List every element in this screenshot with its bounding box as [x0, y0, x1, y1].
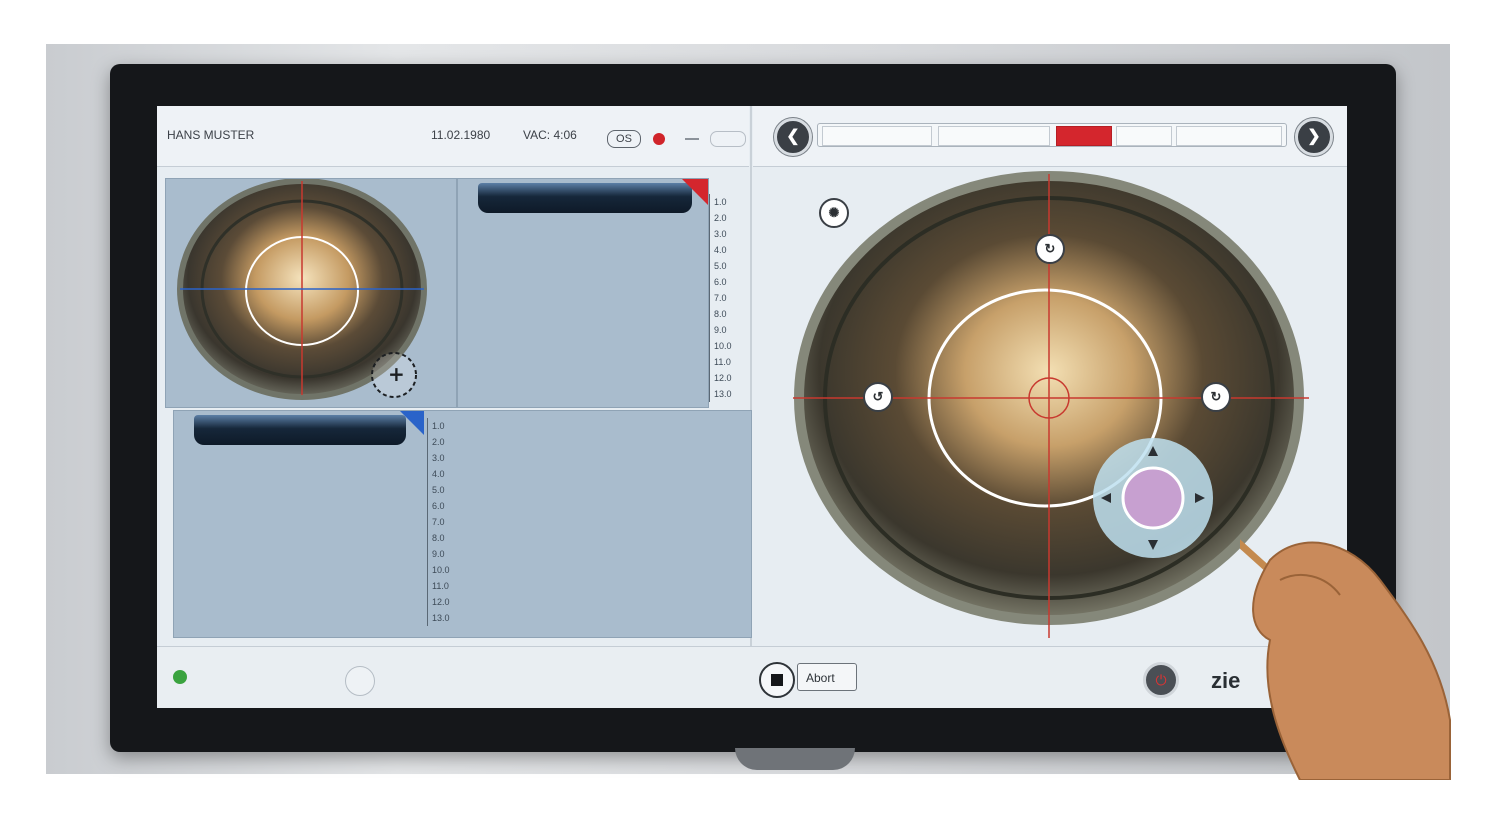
- patient-birthdate: 11.02.1980: [431, 128, 491, 142]
- rotate-right-icon[interactable]: ↻: [1201, 382, 1231, 412]
- rotate-left-icon[interactable]: ↺: [863, 382, 893, 412]
- oct-empty-area: [425, 410, 752, 638]
- oct-panel-top: [457, 178, 709, 408]
- workflow-step-1[interactable]: [822, 126, 932, 146]
- status-ok-indicator: [173, 670, 187, 684]
- workflow-progress: [817, 123, 1287, 147]
- power-icon[interactable]: ⏻: [1143, 662, 1179, 698]
- patient-name: HANS MUSTER: [167, 128, 255, 142]
- eye-side-badge[interactable]: OS: [607, 130, 641, 148]
- od-badge-disabled[interactable]: [710, 131, 746, 147]
- workflow-step-3b[interactable]: [1116, 126, 1172, 146]
- workflow-step-4[interactable]: [1176, 126, 1282, 146]
- brand-logo: zie: [1211, 668, 1241, 693]
- workflow-step-3-active[interactable]: [1056, 126, 1112, 146]
- rotate-top-icon[interactable]: ↻: [1035, 234, 1065, 264]
- secondary-round-button[interactable]: [345, 666, 375, 696]
- overview-camera-panel: +: [165, 178, 457, 408]
- oct-panel-bottom: [173, 410, 427, 638]
- monitor-stand: [735, 748, 855, 770]
- surgical-ui-screen: HANS MUSTER 11.02.1980 VAC: 4:06 OS ❮ ❯: [157, 106, 1347, 708]
- chevron-right-icon[interactable]: ❯: [1295, 118, 1333, 156]
- hand-with-stylus: [1240, 539, 1451, 780]
- oct-corner-marker-blue: [400, 411, 424, 435]
- oct-depth-scale-bottom: 1.0 2.0 3.0 4.0 5.0 6.0 7.0 8.0 9.0 10.0 11.0 12…: [427, 418, 472, 626]
- svg-text:+: +: [388, 362, 405, 386]
- recording-indicator: [653, 133, 665, 145]
- vac-timer: VAC: 4:06: [523, 128, 577, 142]
- workflow-step-2[interactable]: [938, 126, 1050, 146]
- oct-depth-scale-top: 1.0 2.0 3.0 4.0 5.0 6.0 7.0 8.0 9.0 10.0 11.0 12…: [709, 194, 754, 402]
- abort-button[interactable]: Abort: [797, 663, 857, 691]
- overview-eye-image: +: [177, 178, 427, 400]
- oct-corner-marker-red: [682, 179, 708, 205]
- patient-header: HANS MUSTER 11.02.1980 VAC: 4:06 OS: [157, 106, 749, 167]
- oct-scan-top: [478, 183, 692, 213]
- chevron-left-icon[interactable]: ❮: [774, 118, 812, 156]
- illumination-icon[interactable]: ✺: [819, 198, 849, 228]
- oct-scan-bottom: [194, 415, 406, 445]
- eye-toggle-icon[interactable]: [685, 138, 699, 140]
- stop-icon[interactable]: [759, 662, 795, 698]
